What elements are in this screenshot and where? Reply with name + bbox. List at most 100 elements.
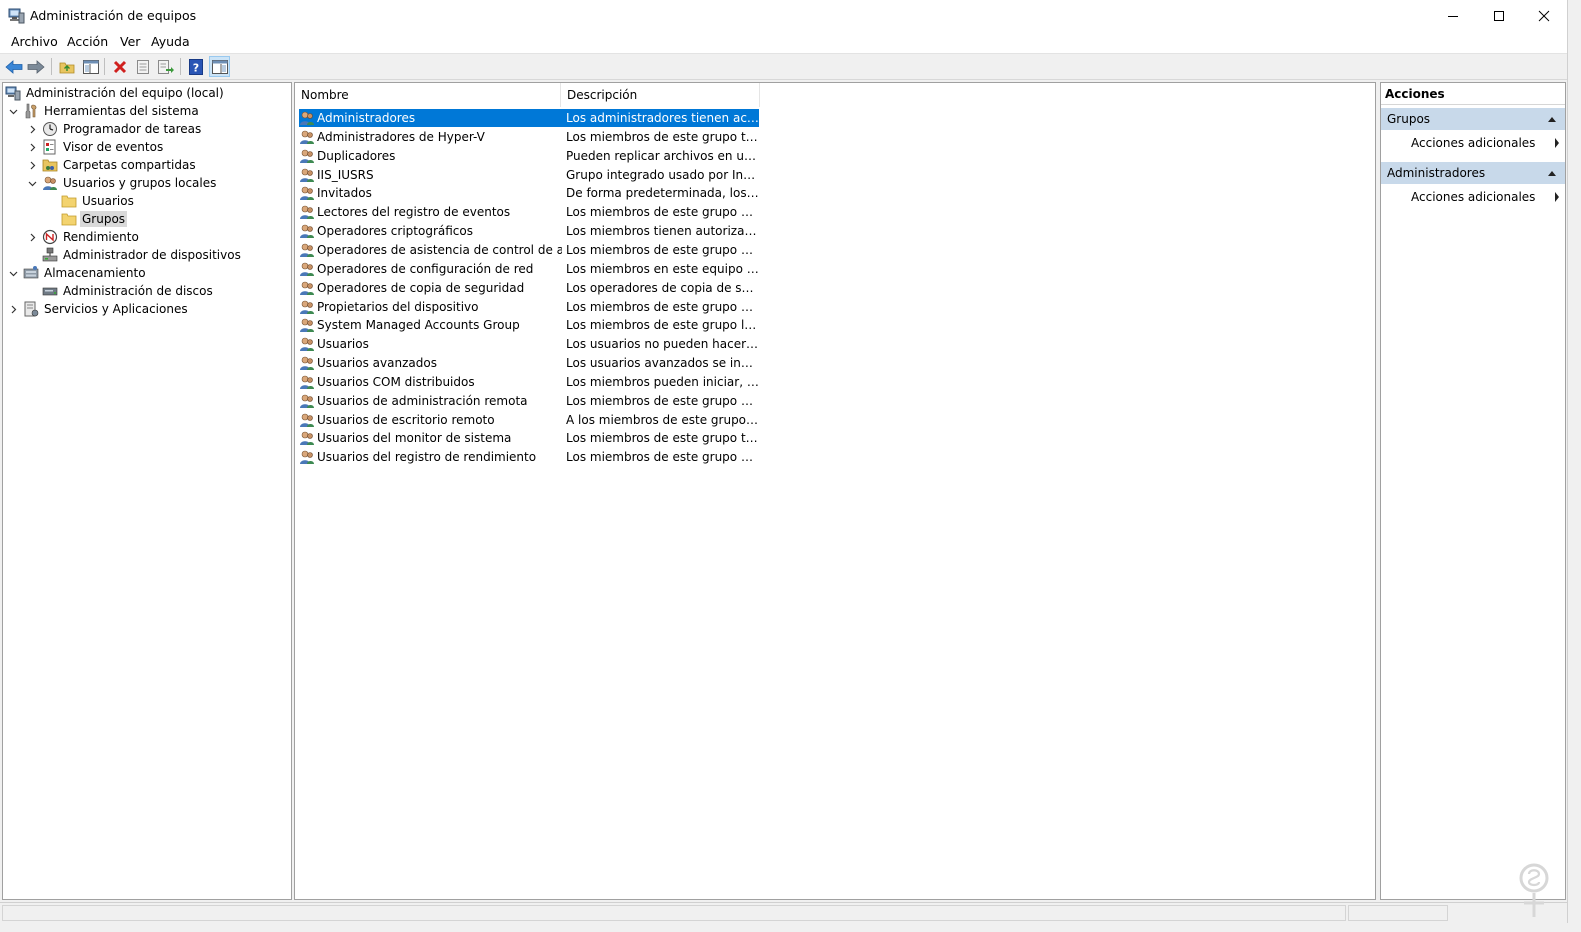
group-name: Usuarios de escritorio remoto [317, 412, 495, 427]
table-row[interactable]: System Managed Accounts Group Los miembro… [299, 316, 759, 334]
tree-item-disk-management[interactable]: Administración de discos [42, 282, 215, 300]
menu-ayuda[interactable]: Ayuda [150, 34, 191, 49]
close-button[interactable] [1521, 0, 1567, 31]
submenu-arrow-icon [1553, 132, 1561, 161]
table-row[interactable]: Usuarios de administración remota Los mie… [299, 392, 759, 410]
chevron-right-icon[interactable] [26, 228, 38, 246]
properties-icon[interactable] [132, 56, 153, 77]
tree-label-local-users-groups: Usuarios y grupos locales [63, 176, 217, 190]
table-row[interactable]: Usuarios del monitor de sistema Los miemb… [299, 429, 759, 447]
folder-icon [61, 211, 77, 227]
tree-item-device-manager[interactable]: Administrador de dispositivos [42, 246, 243, 264]
tree-item-users[interactable]: Usuarios [61, 192, 136, 210]
group-name: Propietarios del dispositivo [317, 299, 479, 314]
action-more-actions-administradores[interactable]: Acciones adicionales [1411, 186, 1561, 208]
group-description: Los miembros de este grupo pue... [566, 205, 759, 220]
chevron-right-icon[interactable] [26, 120, 38, 138]
back-icon[interactable] [3, 56, 24, 77]
groups-list: Nombre Descripción Administradores Los ad… [294, 82, 1376, 900]
table-row[interactable]: Usuarios COM distribuidos Los miembros pu… [299, 373, 759, 391]
chevron-down-icon[interactable] [26, 174, 38, 192]
maximize-button[interactable] [1476, 0, 1522, 31]
table-row[interactable]: Usuarios de escritorio remoto A los miemb… [299, 411, 759, 429]
column-header-name[interactable]: Nombre [295, 83, 561, 107]
table-row[interactable]: Usuarios avanzados Los usuarios avanzados… [299, 354, 759, 372]
table-row[interactable]: Duplicadores Pueden replicar archivos en … [299, 147, 759, 165]
table-row[interactable]: Administradores de Hyper-V Los miembros d… [299, 128, 759, 146]
group-name: Administradores de Hyper-V [317, 129, 485, 144]
tree-item-storage[interactable]: Almacenamiento [7, 264, 148, 282]
tree-item-event-viewer[interactable]: Visor de eventos [26, 138, 165, 156]
group-name: IIS_IUSRS [317, 167, 374, 182]
tree-label-disk-management: Administración de discos [63, 284, 213, 298]
group-description: Los miembros pueden iniciar, acti... [566, 374, 759, 389]
group-name: Operadores criptográficos [317, 224, 473, 239]
group-icon [299, 393, 315, 409]
actions-section-groups[interactable]: Grupos [1381, 108, 1565, 130]
show-hide-action-pane-icon[interactable] [209, 56, 230, 77]
group-name: Administradores [317, 111, 416, 125]
table-row[interactable]: Invitados De forma predeterminada, los in… [299, 184, 759, 202]
tree-label-root: Administración del equipo (local) [26, 86, 224, 100]
actions-section-label: Grupos [1387, 112, 1431, 126]
console-tree: Administración del equipo (local) Herram… [2, 82, 292, 900]
actions-pane: Acciones Grupos Acciones adicionales Adm… [1380, 82, 1566, 900]
device-manager-icon [42, 247, 58, 263]
group-name: Usuarios avanzados [317, 356, 437, 371]
group-description: Los miembros de este grupo los a... [566, 318, 759, 333]
up-folder-icon[interactable] [56, 56, 77, 77]
tree-item-services-apps[interactable]: Servicios y Aplicaciones [7, 300, 190, 318]
clock-icon [42, 121, 58, 137]
export-list-icon[interactable] [155, 56, 176, 77]
forward-icon[interactable] [25, 56, 46, 77]
show-hide-tree-icon[interactable] [80, 56, 101, 77]
chevron-right-icon[interactable] [7, 300, 19, 318]
tree-item-system-tools[interactable]: Herramientas del sistema [7, 102, 201, 120]
help-icon[interactable]: ? [185, 56, 206, 77]
storage-icon [23, 265, 39, 281]
table-row[interactable]: Usuarios del registro de rendimiento Los … [299, 448, 759, 466]
table-row[interactable]: Propietarios del dispositivo Los miembros… [299, 298, 759, 316]
group-icon [299, 430, 315, 446]
folder-icon [61, 193, 77, 209]
group-icon [299, 223, 315, 239]
tree-item-local-users-groups[interactable]: Usuarios y grupos locales [26, 174, 218, 192]
delete-icon[interactable] [109, 56, 130, 77]
minimize-button[interactable] [1430, 0, 1476, 31]
group-description: Los miembros tienen autorización... [566, 224, 759, 239]
group-description: Los usuarios no pueden hacer ca... [566, 337, 759, 352]
tree-label-users: Usuarios [82, 194, 134, 208]
menu-archivo[interactable]: Archivo [10, 34, 59, 49]
group-icon [299, 374, 315, 390]
chevron-right-icon[interactable] [26, 156, 38, 174]
group-description: A los miembros de este grupo se l... [566, 412, 759, 427]
group-icon [299, 280, 315, 296]
group-description: Los miembros de este grupo tiene... [566, 431, 759, 446]
table-row[interactable]: Lectores del registro de eventos Los miem… [299, 203, 759, 221]
table-row[interactable]: Operadores criptográficos Los miembros ti… [299, 222, 759, 240]
column-header-description[interactable]: Descripción [561, 83, 760, 107]
chevron-down-icon[interactable] [7, 264, 19, 282]
tree-item-shared-folders[interactable]: Carpetas compartidas [26, 156, 198, 174]
tree-item-groups[interactable]: Grupos [61, 210, 128, 228]
menu-accion[interactable]: Acción [66, 34, 109, 49]
actions-section-administradores[interactable]: Administradores [1381, 162, 1565, 184]
table-row[interactable]: Operadores de copia de seguridad Los oper… [299, 279, 759, 297]
chevron-right-icon[interactable] [26, 138, 38, 156]
chevron-down-icon[interactable] [7, 102, 19, 120]
menu-ver[interactable]: Ver [119, 34, 141, 49]
table-row[interactable]: Operadores de asistencia de control de a… [299, 241, 759, 259]
services-icon [23, 301, 39, 317]
group-name: Usuarios de administración remota [317, 393, 528, 408]
table-row[interactable]: Usuarios Los usuarios no pueden hacer ca.… [299, 335, 759, 353]
tree-item-task-scheduler[interactable]: Programador de tareas [26, 120, 203, 138]
tree-item-performance[interactable]: Rendimiento [26, 228, 141, 246]
table-row[interactable]: Administradores Los administradores tiene… [299, 109, 759, 127]
action-more-actions-groups[interactable]: Acciones adicionales [1411, 132, 1561, 154]
tree-item-root[interactable]: Administración del equipo (local) [5, 84, 226, 102]
group-icon [299, 110, 315, 126]
group-description: Grupo integrado usado por Intern... [566, 167, 759, 182]
table-row[interactable]: IIS_IUSRS Grupo integrado usado por Inter… [299, 166, 759, 184]
table-row[interactable]: Operadores de configuración de red Los mi… [299, 260, 759, 278]
tree-label-services-apps: Servicios y Aplicaciones [44, 302, 188, 316]
